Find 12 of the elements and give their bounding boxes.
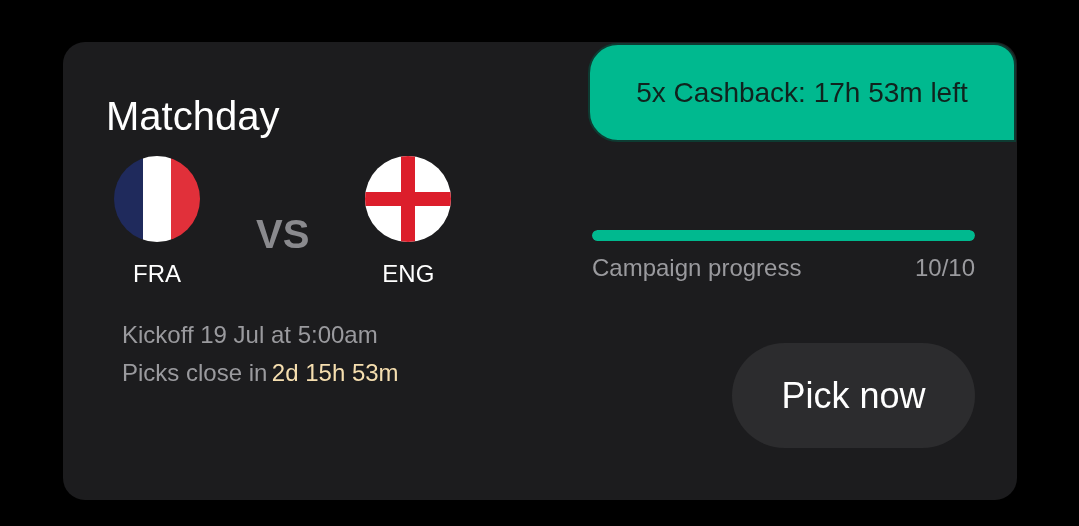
countdown-text: 2d 15h 53m	[271, 359, 399, 386]
versus-text: VS	[256, 211, 310, 258]
picks-close-label: Picks close in	[122, 359, 268, 386]
progress-label: Campaign progress	[592, 253, 802, 283]
kickoff-text: Kickoff 19 Jul at 5:00am	[122, 320, 379, 350]
progress-count: 10/10	[914, 253, 975, 283]
flag-icon	[114, 156, 200, 242]
team-code: ENG	[382, 259, 435, 289]
card-title: Matchday	[106, 93, 281, 140]
team-code: FRA	[133, 259, 181, 289]
pick-now-button[interactable]: Pick now	[732, 343, 975, 448]
cashback-badge: 5x Cashback: 17h 53m left	[588, 43, 1016, 142]
